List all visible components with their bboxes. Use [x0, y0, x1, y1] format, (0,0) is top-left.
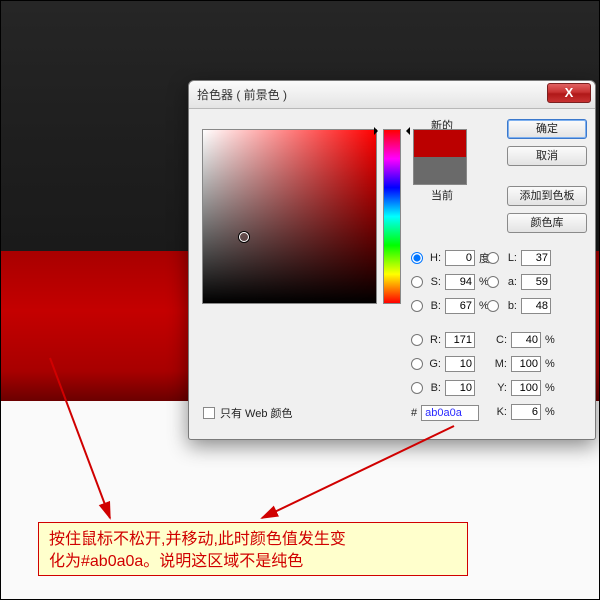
- annotation-line2: 化为#ab0a0a。说明这区域不是纯色: [49, 553, 303, 570]
- web-only-checkbox[interactable]: [203, 407, 215, 419]
- dialog-title: 拾色器 ( 前景色 ): [197, 86, 287, 103]
- l-row: L:: [487, 249, 551, 267]
- s-label: S:: [427, 276, 441, 288]
- add-swatch-button[interactable]: 添加到色板: [507, 186, 587, 206]
- swatch-new: [414, 130, 466, 157]
- hex-input[interactable]: [421, 405, 479, 421]
- web-only-row: 只有 Web 颜色: [203, 405, 293, 421]
- sv-cursor[interactable]: [239, 232, 249, 242]
- m-unit: %: [545, 358, 557, 370]
- annotation-line1: 按住鼠标不松开,并移动,此时颜色值发生变: [49, 531, 346, 548]
- saturation-value-field[interactable]: [202, 129, 377, 304]
- g-label: G:: [427, 358, 441, 370]
- r-input[interactable]: [445, 332, 475, 348]
- current-color-label: 当前: [417, 187, 467, 203]
- b-hsb-row: B: %: [411, 297, 491, 315]
- ok-button[interactable]: 确定: [507, 119, 587, 139]
- b-lab-row: b:: [487, 297, 551, 315]
- k-row: K: %: [493, 403, 557, 421]
- cancel-button[interactable]: 取消: [507, 146, 587, 166]
- s-row: S: %: [411, 273, 491, 291]
- b-rgb-radio[interactable]: [411, 382, 423, 394]
- c-input[interactable]: [511, 332, 541, 348]
- c-label: C:: [493, 334, 507, 346]
- b-lab-radio[interactable]: [487, 300, 499, 312]
- m-label: M:: [493, 358, 507, 370]
- m-input[interactable]: [511, 356, 541, 372]
- h-radio[interactable]: [411, 252, 423, 264]
- y-label: Y:: [493, 382, 507, 394]
- a-radio[interactable]: [487, 276, 499, 288]
- r-row: R:: [411, 331, 475, 349]
- c-row: C: %: [493, 331, 557, 349]
- close-button[interactable]: X: [547, 83, 591, 103]
- l-input[interactable]: [521, 250, 551, 266]
- close-icon: X: [565, 85, 574, 100]
- hue-slider[interactable]: [383, 129, 401, 304]
- l-label: L:: [503, 252, 517, 264]
- b-lab-input[interactable]: [521, 298, 551, 314]
- sv-shade-layer: [203, 130, 376, 303]
- a-label: a:: [503, 276, 517, 288]
- s-input[interactable]: [445, 274, 475, 290]
- hex-row: #: [411, 405, 479, 421]
- a-row: a:: [487, 273, 551, 291]
- b-lab-label: b:: [503, 300, 517, 312]
- a-input[interactable]: [521, 274, 551, 290]
- b-hsb-radio[interactable]: [411, 300, 423, 312]
- annotation-note: 按住鼠标不松开,并移动,此时颜色值发生变 化为#ab0a0a。说明这区域不是纯色: [38, 522, 468, 576]
- b-rgb-row: B:: [411, 379, 475, 397]
- b-rgb-input[interactable]: [445, 380, 475, 396]
- g-input[interactable]: [445, 356, 475, 372]
- c-unit: %: [545, 334, 557, 346]
- dialog-titlebar[interactable]: 拾色器 ( 前景色 ) X: [189, 81, 595, 109]
- y-row: Y: %: [493, 379, 557, 397]
- g-radio[interactable]: [411, 358, 423, 370]
- b-hsb-input[interactable]: [445, 298, 475, 314]
- h-input[interactable]: [445, 250, 475, 266]
- b-hsb-label: B:: [427, 300, 441, 312]
- l-radio[interactable]: [487, 252, 499, 264]
- k-input[interactable]: [511, 404, 541, 420]
- y-input[interactable]: [511, 380, 541, 396]
- h-label: H:: [427, 252, 441, 264]
- color-library-button[interactable]: 颜色库: [507, 213, 587, 233]
- r-label: R:: [427, 334, 441, 346]
- hue-thumb[interactable]: [378, 127, 406, 133]
- b-rgb-label: B:: [427, 382, 441, 394]
- k-label: K:: [493, 406, 507, 418]
- swatch-current: [414, 157, 466, 184]
- hex-hash-label: #: [411, 407, 417, 419]
- dialog-body: 新的 当前 确定 取消 添加到色板 颜色库 H: 度 S: % B: %: [189, 109, 595, 439]
- s-radio[interactable]: [411, 276, 423, 288]
- y-unit: %: [545, 382, 557, 394]
- color-picker-dialog: 拾色器 ( 前景色 ) X 新的 当前 确定 取消 添加到色板 颜色库 H: 度: [188, 80, 596, 440]
- web-only-label: 只有 Web 颜色: [220, 405, 293, 421]
- g-row: G:: [411, 355, 475, 373]
- color-swatch: [413, 129, 467, 185]
- m-row: M: %: [493, 355, 557, 373]
- r-radio[interactable]: [411, 334, 423, 346]
- h-row: H: 度: [411, 249, 491, 267]
- k-unit: %: [545, 406, 557, 418]
